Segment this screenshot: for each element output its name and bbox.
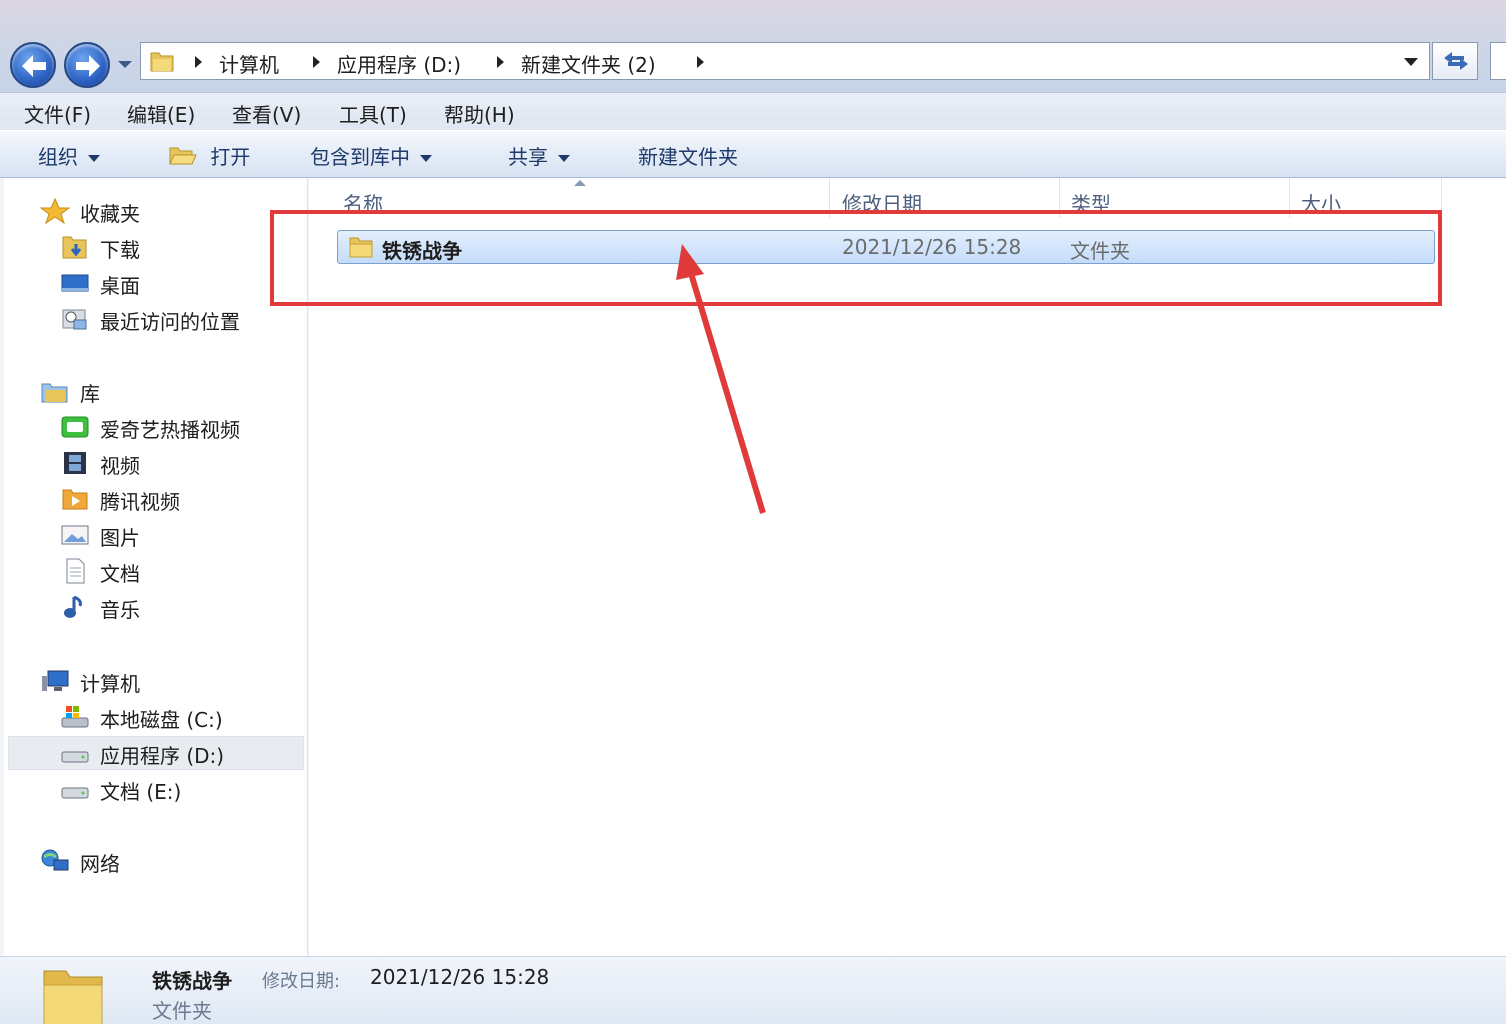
iqiyi-icon (61, 416, 89, 438)
downloads-folder-icon (62, 236, 87, 259)
nav-label: 腾讯视频 (100, 490, 180, 514)
details-name: 铁锈战争 (152, 969, 232, 993)
organize-label: 组织 (38, 145, 78, 169)
breadcrumb-drive-d[interactable]: 应用程序 (D:) (337, 49, 461, 78)
nav-label: 网络 (80, 852, 120, 876)
nav-label: 库 (80, 382, 100, 406)
open-folder-icon (169, 147, 197, 165)
hard-drive-icon (61, 787, 89, 799)
annotation-arrow-icon (676, 244, 766, 514)
organize-button[interactable]: 组织 (38, 141, 100, 170)
navigation-pane: 收藏夹 下载 桌面 最近访问的位置 库 爱奇艺热播视频 视频 腾讯视频 图片 文… (4, 178, 308, 956)
refresh-icon (1444, 52, 1468, 70)
star-icon (40, 198, 70, 224)
sort-ascending-icon (574, 180, 586, 186)
nav-label: 计算机 (80, 672, 140, 696)
open-label: 打开 (210, 145, 251, 169)
refresh-button[interactable] (1432, 42, 1478, 80)
details-modified-label: 修改日期: (262, 971, 341, 992)
open-button[interactable]: 打开 (168, 141, 250, 170)
nav-label: 应用程序 (D:) (100, 744, 225, 768)
desktop-icon (61, 274, 89, 292)
music-note-icon (64, 595, 82, 618)
chevron-right-icon[interactable] (695, 55, 705, 69)
hard-drive-icon (61, 751, 89, 763)
menu-bar: 文件(F) 编辑(E) 查看(V) 工具(T) 帮助(H) (0, 92, 1506, 130)
folder-large-icon (43, 970, 103, 1024)
document-icon (66, 558, 85, 584)
search-box[interactable] (1490, 42, 1506, 80)
menu-file[interactable]: 文件(F) (24, 99, 91, 128)
menu-help[interactable]: 帮助(H) (444, 99, 515, 128)
include-library-button[interactable]: 包含到库中 (310, 141, 432, 170)
nav-label: 下载 (100, 238, 140, 262)
annotation-highlight-box (270, 210, 1442, 306)
nav-label: 视频 (100, 454, 140, 478)
system-drive-icon (61, 706, 89, 728)
arrow-left-icon (22, 55, 46, 77)
new-folder-button[interactable]: 新建文件夹 (638, 141, 738, 170)
details-pane: 铁锈战争 修改日期: 2021/12/26 15:28 文件夹 (0, 956, 1506, 1024)
nav-label: 图片 (100, 526, 140, 550)
arrow-right-icon (76, 55, 100, 77)
film-icon (64, 452, 86, 474)
address-bar[interactable]: 计算机 应用程序 (D:) 新建文件夹 (2) (140, 42, 1430, 80)
nav-label: 最近访问的位置 (100, 310, 240, 334)
network-icon (41, 849, 69, 871)
share-label: 共享 (508, 145, 548, 169)
address-dropdown-icon[interactable] (1403, 57, 1419, 67)
title-bar: 计算机 应用程序 (D:) 新建文件夹 (2) (0, 0, 1506, 92)
libraries-icon (41, 383, 68, 403)
menu-view[interactable]: 查看(V) (232, 99, 301, 128)
command-bar: 组织 打开 包含到库中 共享 新建文件夹 (0, 130, 1506, 178)
nav-label: 收藏夹 (80, 202, 140, 226)
chevron-right-icon[interactable] (495, 55, 505, 69)
details-modified-value: 2021/12/26 15:28 (370, 965, 550, 989)
caret-down-icon (558, 155, 570, 162)
nav-label: 音乐 (100, 598, 140, 622)
share-button[interactable]: 共享 (508, 141, 570, 170)
include-library-label: 包含到库中 (310, 145, 410, 169)
recent-places-icon (62, 309, 87, 330)
nav-label: 文档 (100, 562, 140, 586)
tencent-video-icon (62, 489, 88, 510)
breadcrumb-new-folder[interactable]: 新建文件夹 (2) (521, 49, 656, 78)
history-dropdown-icon[interactable] (116, 58, 134, 70)
pictures-icon (61, 525, 89, 545)
computer-icon (42, 670, 69, 691)
folder-icon (150, 52, 174, 72)
details-type: 文件夹 (152, 999, 212, 1023)
chevron-right-icon[interactable] (193, 55, 203, 69)
nav-label: 文档 (E:) (100, 780, 182, 804)
caret-down-icon (420, 155, 432, 162)
forward-button[interactable] (64, 42, 110, 88)
caret-down-icon (88, 155, 100, 162)
menu-tools[interactable]: 工具(T) (339, 99, 407, 128)
nav-label: 桌面 (100, 274, 140, 298)
back-button[interactable] (10, 42, 56, 88)
nav-label: 本地磁盘 (C:) (100, 708, 223, 732)
breadcrumb-computer[interactable]: 计算机 (219, 49, 279, 78)
menu-edit[interactable]: 编辑(E) (127, 99, 195, 128)
nav-label: 爱奇艺热播视频 (100, 418, 240, 442)
chevron-right-icon[interactable] (311, 55, 321, 69)
